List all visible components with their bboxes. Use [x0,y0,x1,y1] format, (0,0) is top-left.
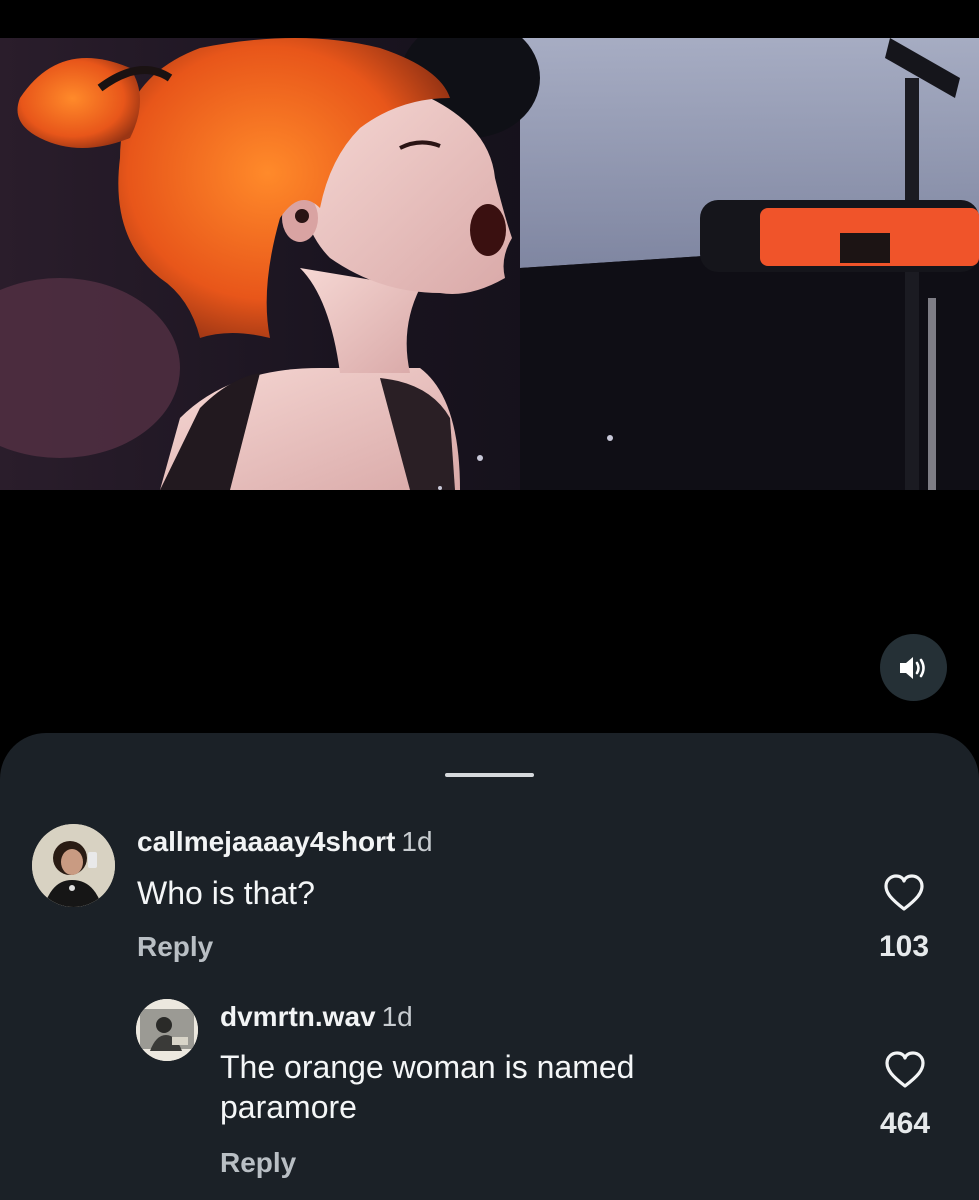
comment-text-line: The orange woman is named [220,1049,635,1085]
comment-timestamp: 1d [401,826,433,857]
heart-outline-icon[interactable] [884,1051,926,1089]
comment-text: The orange woman is named paramore [220,1047,634,1127]
heart-outline-icon[interactable] [883,874,925,912]
comment-username[interactable]: dvmrtn.wav [220,1001,376,1032]
avatar[interactable] [32,824,115,907]
comment-username[interactable]: callmejaaaay4short [137,826,395,857]
comment-header: callmejaaaay4short 1d [137,826,433,858]
comment-reply-item: dvmrtn.wav 1d The orange woman is named p… [0,983,979,1200]
reel-page: callmejaaaay4short 1d Who is that? Reply … [0,0,979,1200]
sound-toggle-button[interactable] [880,634,947,701]
user-avatar-image [136,999,198,1061]
video-frame-image [0,38,979,490]
reply-button[interactable]: Reply [137,931,213,963]
video-player[interactable] [0,38,979,490]
speaker-volume-icon [899,656,925,679]
like-control: 103 [869,874,939,964]
comment-timestamp: 1d [381,1001,413,1032]
like-control: 464 [870,1051,940,1141]
user-avatar-image [32,824,115,907]
like-count: 103 [878,930,930,963]
avatar[interactable] [136,999,198,1061]
like-count: 464 [879,1107,931,1140]
comment-header: dvmrtn.wav 1d [220,1001,413,1033]
comment-text: Who is that? [137,875,315,911]
comment-item: callmejaaaay4short 1d Who is that? Reply … [0,733,979,993]
comments-sheet: callmejaaaay4short 1d Who is that? Reply … [0,733,979,1200]
comment-text-line: paramore [220,1089,357,1125]
reply-button[interactable]: Reply [220,1147,296,1179]
